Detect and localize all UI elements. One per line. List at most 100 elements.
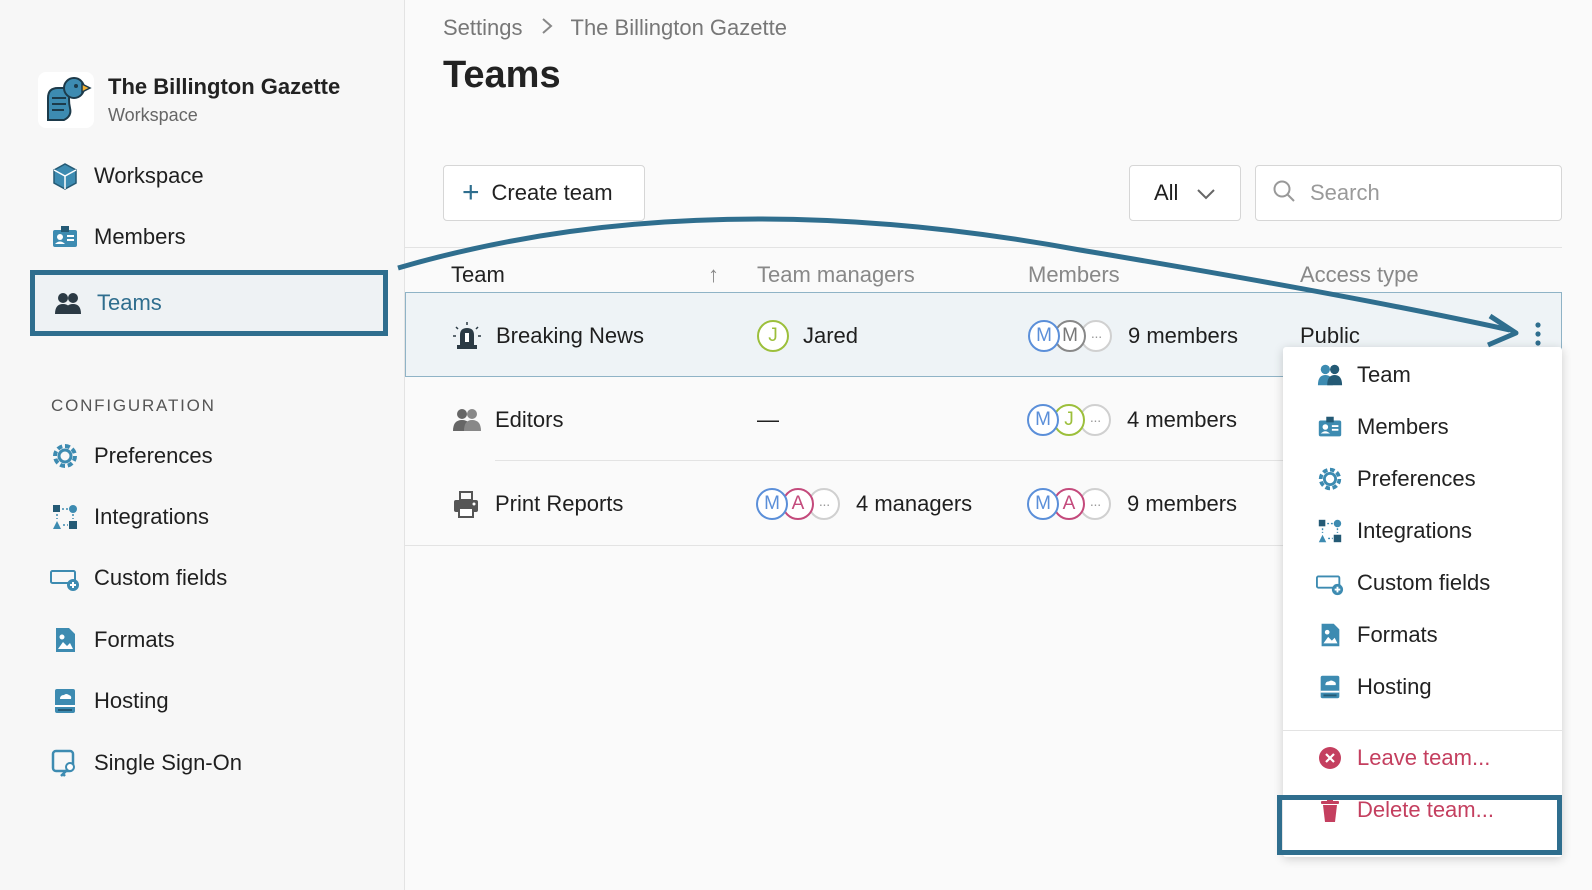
menu-item-hosting[interactable]: Hosting: [1283, 662, 1562, 712]
breadcrumb: Settings The Billington Gazette: [443, 15, 787, 41]
breadcrumb-current: The Billington Gazette: [570, 15, 787, 40]
team-icon: [451, 377, 483, 462]
preferences-icon: [48, 439, 82, 473]
manager-cell: —: [757, 406, 779, 432]
create-team-label: Create team: [491, 180, 613, 205]
column-header-members[interactable]: Members: [1028, 262, 1120, 288]
sidebar-item-teams[interactable]: Teams: [30, 270, 388, 336]
menu-item-custom-fields[interactable]: Custom fields: [1283, 558, 1562, 608]
filter-select[interactable]: All: [1129, 165, 1241, 221]
members-cell: M A ··· 9 members: [1027, 461, 1237, 546]
sidebar-item-label: Formats: [94, 627, 175, 652]
team-context-menu: Team Members Preferences Integrations Cu…: [1283, 347, 1562, 857]
manager-cell: J Jared: [757, 293, 858, 378]
team-icon: [1315, 362, 1345, 388]
section-label-configuration: CONFIGURATION: [51, 396, 216, 415]
team-name[interactable]: Print Reports: [495, 461, 623, 546]
avatar: J: [757, 319, 789, 352]
sidebar-item-label: Members: [94, 224, 186, 249]
formats-icon: [48, 623, 82, 657]
sidebar-item-sso[interactable]: Single Sign-On: [48, 741, 242, 785]
menu-item-label: Integrations: [1357, 518, 1472, 543]
chevron-down-icon: [1196, 180, 1216, 206]
avatar: M: [756, 487, 788, 520]
sidebar-item-label: Custom fields: [94, 565, 228, 590]
menu-item-label: Preferences: [1357, 466, 1476, 491]
workspace-subtitle: Workspace: [108, 104, 198, 125]
menu-divider: [1283, 730, 1562, 731]
workspace-name: The Billington Gazette: [108, 74, 341, 100]
members-count: 4 members: [1127, 406, 1238, 432]
search-icon: [1272, 179, 1296, 208]
menu-item-label: Members: [1357, 414, 1449, 439]
filter-value: All: [1154, 180, 1179, 205]
sso-icon: [48, 746, 82, 780]
menu-item-label: Hosting: [1357, 674, 1432, 699]
workspace-header[interactable]: The Billington Gazette Workspace: [38, 72, 340, 128]
plus-icon: +: [462, 176, 480, 209]
sidebar-item-preferences[interactable]: Preferences: [48, 434, 213, 478]
menu-item-formats[interactable]: Formats: [1283, 610, 1562, 660]
menu-item-integrations[interactable]: Integrations: [1283, 506, 1562, 556]
menu-item-members[interactable]: Members: [1283, 402, 1562, 452]
sidebar-item-workspace[interactable]: Workspace: [48, 154, 204, 198]
menu-item-preferences[interactable]: Preferences: [1283, 454, 1562, 504]
menu-item-label: Custom fields: [1357, 570, 1491, 595]
members-cell: M J ··· 4 members: [1027, 377, 1237, 462]
members-cell: M M ··· 9 members: [1028, 293, 1238, 378]
remove-circle-icon: [1315, 745, 1345, 771]
sidebar-item-label: Hosting: [94, 688, 169, 713]
table-header: Team ↑ Team managers Members Access type: [405, 247, 1562, 297]
sidebar-item-label: Teams: [97, 290, 162, 315]
printer-icon: [451, 461, 481, 546]
sidebar-item-integrations[interactable]: Integrations: [48, 495, 209, 539]
delete-highlight-box: [1277, 795, 1562, 855]
sidebar-item-label: Preferences: [94, 443, 213, 468]
siren-icon: [452, 293, 482, 378]
sidebar-item-label: Workspace: [94, 163, 204, 188]
integrations-icon: [1315, 517, 1345, 545]
column-header-access[interactable]: Access type: [1300, 262, 1419, 288]
team-name[interactable]: Editors: [495, 377, 563, 462]
members-icon: [1315, 413, 1345, 441]
hosting-icon: [1315, 673, 1345, 701]
teams-table: Team ↑ Team managers Members Access type…: [405, 247, 1562, 546]
formats-icon: [1315, 621, 1345, 649]
sidebar-item-custom-fields[interactable]: Custom fields: [48, 556, 227, 600]
search-box: [1255, 165, 1562, 221]
custom-fields-icon: [48, 561, 82, 595]
workspace-icon: [48, 159, 82, 193]
hosting-icon: [48, 684, 82, 718]
sidebar-item-label: Single Sign-On: [94, 750, 242, 775]
menu-item-leave-team[interactable]: Leave team...: [1283, 733, 1562, 783]
sidebar: The Billington Gazette Workspace Workspa…: [0, 0, 405, 890]
sidebar-item-members[interactable]: Members: [48, 215, 186, 259]
sidebar-item-hosting[interactable]: Hosting: [48, 679, 169, 723]
avatar: M: [1027, 403, 1059, 436]
custom-fields-icon: [1315, 569, 1345, 597]
menu-item-team[interactable]: Team: [1283, 350, 1562, 400]
search-input[interactable]: [1310, 180, 1540, 206]
breadcrumb-settings-link[interactable]: Settings: [443, 15, 523, 41]
managers-count: 4 managers: [856, 490, 973, 516]
column-header-managers[interactable]: Team managers: [757, 262, 915, 288]
teams-icon: [51, 286, 85, 320]
members-count: 9 members: [1128, 322, 1239, 348]
menu-item-label: Team: [1357, 362, 1411, 387]
preferences-icon: [1315, 465, 1345, 493]
create-team-button[interactable]: + Create team: [443, 165, 645, 221]
sort-arrow-icon[interactable]: ↑: [708, 262, 719, 288]
parrot-logo-icon: [38, 72, 94, 128]
integrations-icon: [48, 500, 82, 534]
sidebar-item-formats[interactable]: Formats: [48, 618, 175, 662]
members-count: 9 members: [1127, 490, 1238, 516]
page-title: Teams: [443, 54, 561, 96]
column-header-team[interactable]: Team: [451, 262, 505, 288]
avatar: M: [1027, 487, 1059, 520]
members-icon: [48, 220, 82, 254]
manager-cell: M A ··· 4 managers: [756, 461, 972, 546]
manager-name: Jared: [803, 322, 859, 348]
menu-item-label: Leave team...: [1357, 745, 1491, 770]
sidebar-item-label: Integrations: [94, 504, 209, 529]
team-name[interactable]: Breaking News: [496, 293, 644, 378]
